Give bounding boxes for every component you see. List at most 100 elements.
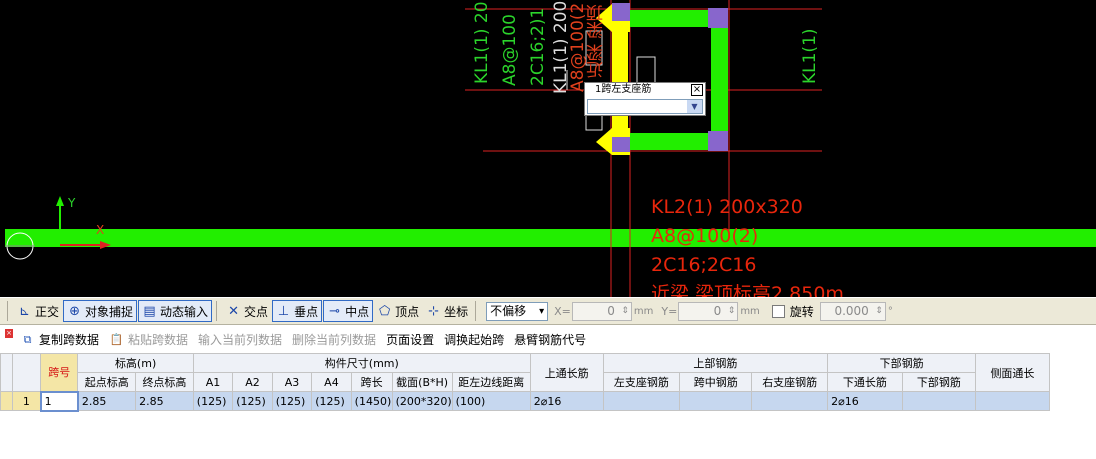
header-top-rebar: 上部钢筋	[602, 353, 829, 373]
vertex-label: 顶点	[395, 304, 420, 319]
copy-span-button[interactable]: ⧉ 复制跨数据	[20, 331, 99, 348]
dynamic-input-icon: ▤	[143, 303, 156, 319]
header-side-through[interactable]: 侧面通长	[975, 353, 1050, 392]
row-number[interactable]: 1	[12, 391, 42, 411]
coordinate-label: 坐标	[444, 304, 469, 319]
cell-start-elev[interactable]: 2.85	[77, 391, 137, 411]
span-table-toolbar: × ⧉ 复制跨数据 📋 粘贴跨数据 输入当前列数据 删除当前列数据 页面设置 调换起…	[0, 326, 1096, 353]
table-row[interactable]: 1 1 2.85 2.85 (125) (125) (125) (125) (1…	[0, 390, 1096, 412]
cell-a1[interactable]: (125)	[192, 391, 234, 411]
app-window: Y X KL1(1) 20 A8@100 2C16;2)1 KL1(1) 200…	[0, 0, 1096, 459]
midpoint-label: 中点	[345, 304, 370, 319]
header-section[interactable]: 截面(B*H)	[391, 372, 453, 392]
purple-node-tr	[708, 8, 728, 28]
object-snap-button[interactable]: ⊕ 对象捕捉	[63, 300, 138, 322]
cell-a2[interactable]: (125)	[232, 391, 273, 411]
header-start-elev[interactable]: 起点标高	[77, 372, 137, 392]
green-beam-top	[630, 10, 720, 27]
rebar-input-popup[interactable]: 1跨左支座筋 × ▼	[584, 82, 706, 116]
header-bottom-through[interactable]: 下通长筋	[827, 372, 903, 392]
beam-label-a8-left: A8@100	[500, 14, 520, 86]
chevron-down-icon[interactable]: ▼	[687, 100, 702, 113]
cantilever-code-label: 悬臂钢筋代号	[514, 333, 587, 347]
cantilever-code-button[interactable]: 悬臂钢筋代号	[514, 331, 586, 348]
cell-top-through[interactable]: 2⌀16	[529, 391, 604, 411]
swap-start-span-button[interactable]: 调换起始跨	[444, 331, 504, 348]
beam-label-kl2-line1: KL2(1) 200x320	[651, 196, 803, 218]
intersection-button[interactable]: ✕ 交点	[223, 300, 271, 322]
header-left-distance[interactable]: 距左边线距离	[451, 372, 531, 392]
separator	[475, 301, 479, 321]
midpoint-button[interactable]: ⊸ 中点	[323, 300, 374, 322]
popup-title: 1跨左支座筋	[595, 84, 652, 95]
header-a4[interactable]: A4	[311, 372, 352, 392]
delete-column-button[interactable]: 删除当前列数据	[292, 331, 376, 348]
offset-mode-select[interactable]: 不偏移	[486, 301, 549, 321]
cell-right-support[interactable]	[751, 391, 829, 411]
panel-close-icon[interactable]: ×	[5, 329, 13, 338]
page-setup-button[interactable]: 页面设置	[386, 331, 434, 348]
popup-input[interactable]: ▼	[587, 99, 703, 114]
cell-end-elev[interactable]: 2.85	[135, 391, 194, 411]
header-a2[interactable]: A2	[232, 372, 273, 392]
header-right-support[interactable]: 右支座钢筋	[751, 372, 829, 392]
copy-span-label: 复制跨数据	[39, 333, 100, 347]
purple-node-bl	[612, 137, 630, 152]
snap-toolbar: ⊾ 正交 ⊕ 对象捕捉 ▤ 动态输入 ✕ 交点 ⊥ 垂点 ⊸ 中点 ⬠ 顶点 ⊹ 坐标 不偏移 …	[0, 297, 1096, 325]
x-input[interactable]: 0	[571, 301, 632, 321]
cell-left-support[interactable]	[602, 391, 681, 411]
cell-section[interactable]: (200*320)	[391, 391, 453, 411]
cell-bottom-bars[interactable]	[901, 391, 977, 411]
delete-column-label: 删除当前列数据	[292, 333, 377, 347]
input-column-label: 输入当前列数据	[198, 333, 283, 347]
perpendicular-icon: ⊥	[277, 303, 290, 319]
beam-label-c16-left: 2C16;2)1	[528, 7, 548, 86]
rotate-input[interactable]: 0.000	[819, 301, 886, 321]
input-column-button[interactable]: 输入当前列数据	[198, 331, 282, 348]
cell-left-distance[interactable]: (100)	[451, 391, 531, 411]
rotate-checkbox[interactable]	[771, 304, 785, 318]
cell-span-length[interactable]: (1450)	[350, 391, 393, 411]
cell-mid-span[interactable]	[679, 391, 753, 411]
beam-label-kl2-line4: 近梁 梁顶标高2.850m	[651, 283, 844, 297]
coordinate-icon: ⊹	[428, 303, 440, 319]
span-table: 跨号 标高(m) 构件尺寸(mm) 上通长筋 上部钢筋 下部钢筋 侧面通长 起点…	[0, 353, 1096, 412]
cell-bottom-through[interactable]: 2⌀16	[827, 391, 903, 411]
y-label: Y=	[661, 304, 678, 318]
header-span-no[interactable]: 跨号	[40, 353, 79, 392]
paste-span-button[interactable]: 📋 粘贴跨数据	[109, 331, 188, 348]
degree-unit: °	[887, 305, 893, 317]
coordinate-button[interactable]: ⊹ 坐标	[423, 300, 471, 322]
ortho-button[interactable]: ⊾ 正交	[14, 300, 62, 322]
header-end-elev[interactable]: 终点标高	[135, 372, 194, 392]
popup-close-icon[interactable]: ×	[691, 84, 703, 96]
perpendicular-button[interactable]: ⊥ 垂点	[272, 300, 323, 322]
beam-label-kl2-line3: 2C16;2C16	[651, 254, 757, 276]
header-span-length[interactable]: 跨长	[350, 372, 393, 392]
beam-label-mid-c: 近梁 梁顶	[587, 4, 607, 78]
dynamic-input-label: 动态输入	[160, 304, 209, 319]
object-snap-label: 对象捕捉	[85, 304, 134, 319]
cell-side-through[interactable]	[975, 391, 1050, 411]
toolbar-grip	[7, 301, 11, 321]
y-input[interactable]: 0	[678, 301, 739, 321]
header-a1[interactable]: A1	[192, 372, 234, 392]
header-bottom-rebar: 下部钢筋	[827, 353, 977, 373]
cell-a4[interactable]: (125)	[311, 391, 352, 411]
purple-node-tl	[612, 3, 630, 21]
header-elevation: 标高(m)	[77, 353, 194, 373]
rotate-label: 旋转	[789, 304, 814, 319]
span-data-grid: 跨号 标高(m) 构件尺寸(mm) 上通长筋 上部钢筋 下部钢筋 侧面通长 起点…	[0, 353, 1096, 459]
header-mid-span[interactable]: 跨中钢筋	[679, 372, 753, 392]
cell-a3[interactable]: (125)	[271, 391, 313, 411]
dynamic-input-button[interactable]: ▤ 动态输入	[138, 300, 213, 322]
paste-span-label: 粘贴跨数据	[128, 333, 189, 347]
header-a3[interactable]: A3	[271, 372, 313, 392]
header-bottom-bars[interactable]: 下部钢筋	[901, 372, 977, 392]
cell-span[interactable]: 1	[39, 390, 79, 412]
header-top-through[interactable]: 上通长筋	[529, 353, 604, 392]
vertex-button[interactable]: ⬠ 顶点	[374, 300, 422, 322]
cad-canvas[interactable]: Y X KL1(1) 20 A8@100 2C16;2)1 KL1(1) 200…	[0, 0, 1096, 297]
header-left-support[interactable]: 左支座钢筋	[602, 372, 681, 392]
swap-start-span-label: 调换起始跨	[444, 333, 505, 347]
